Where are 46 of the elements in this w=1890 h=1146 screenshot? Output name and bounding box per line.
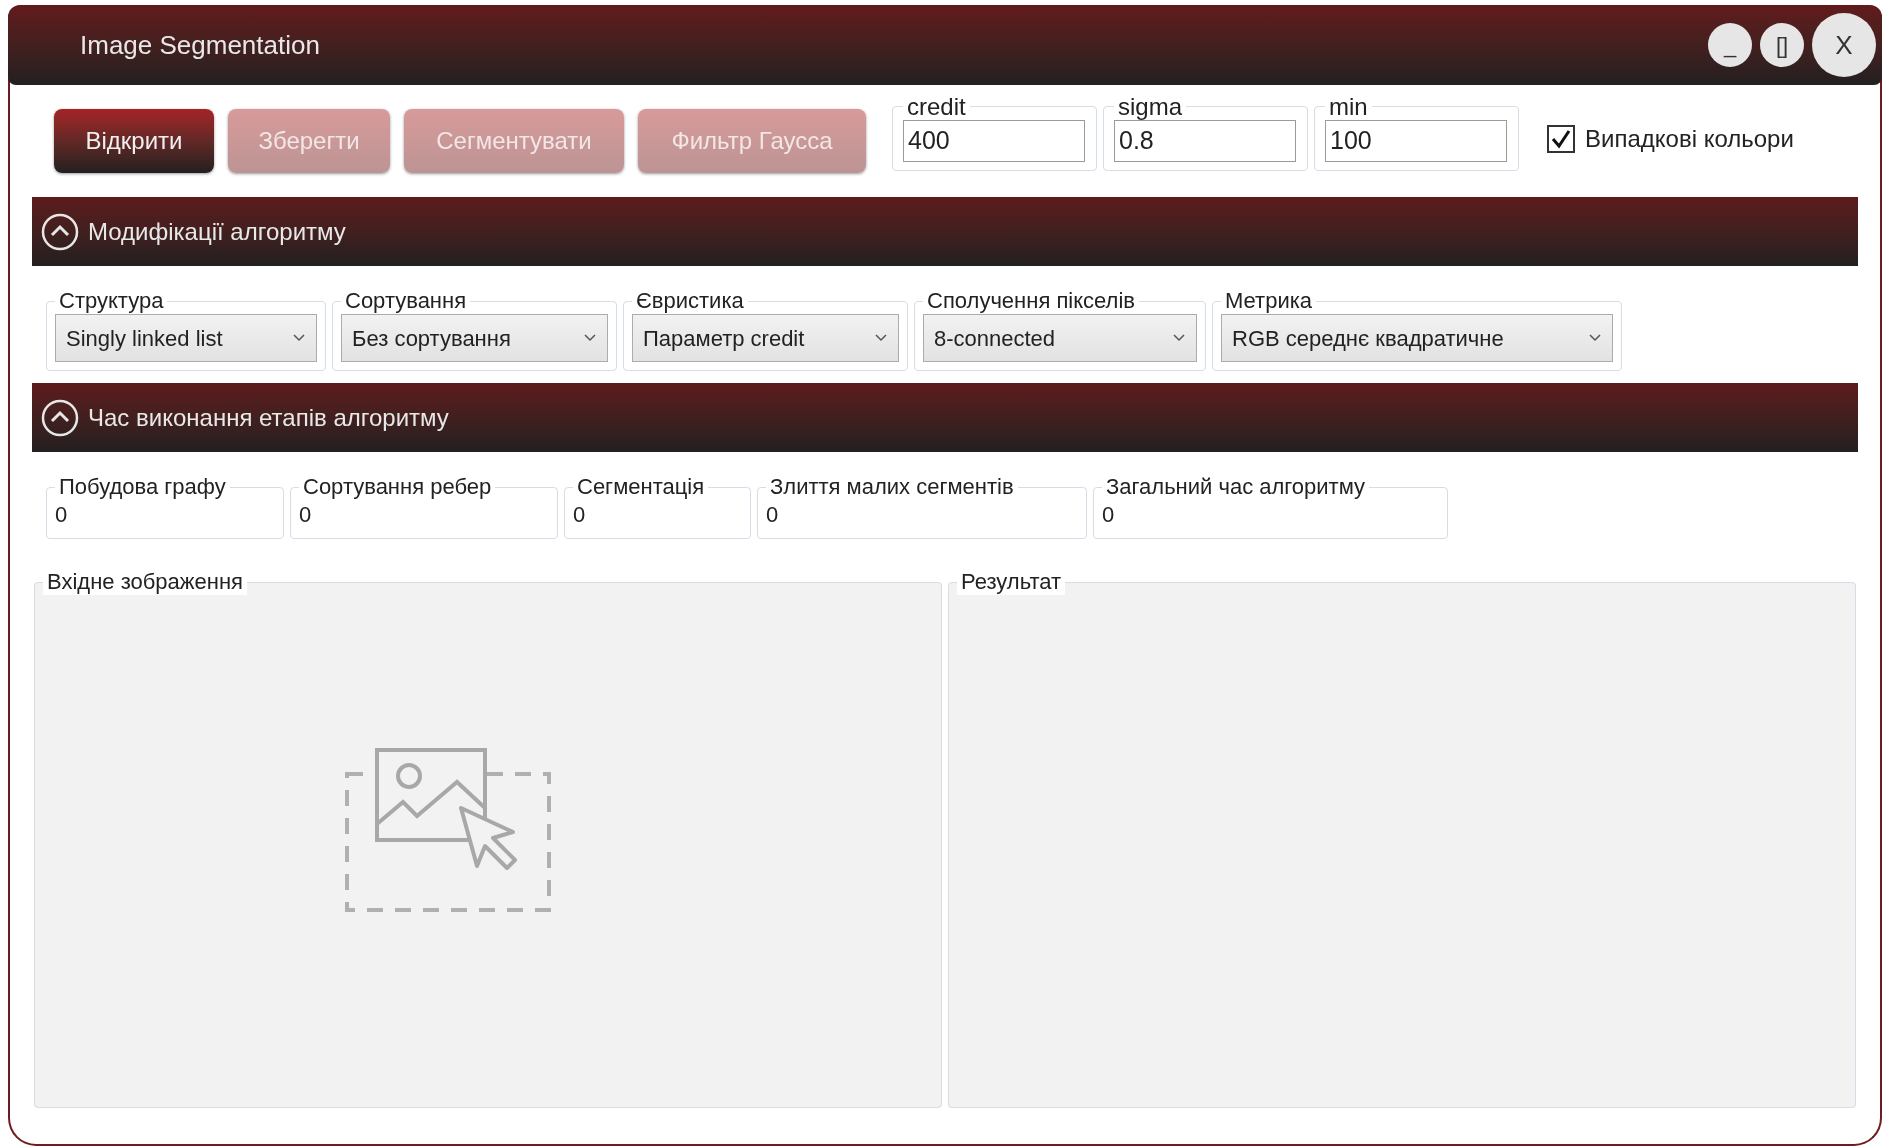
field-label: Злиття малих сегментів: [769, 474, 1015, 500]
time-value: 0: [1102, 501, 1116, 529]
toolbar-button[interactable]: Відкрити: [54, 109, 214, 173]
time-value: 0: [573, 501, 587, 529]
field-label: min: [1328, 93, 1369, 120]
dropdown[interactable]: RGB середнє квадратичне: [1221, 314, 1613, 362]
input-field[interactable]: 0.8: [1114, 119, 1296, 162]
input-field[interactable]: 100: [1325, 119, 1507, 162]
maximize-button[interactable]: []: [1760, 23, 1804, 67]
field-label: Сполучення пікселів: [926, 288, 1136, 314]
chevron-down-icon: [874, 333, 888, 343]
chevron-down-icon: [583, 333, 597, 343]
field-label: Сортування ребер: [302, 474, 493, 500]
section-header[interactable]: Модифікації алгоритму: [32, 197, 1858, 266]
collapse-icon[interactable]: [40, 397, 80, 438]
minimize-button[interactable]: _: [1708, 23, 1752, 67]
field-label: Метрика: [1224, 288, 1314, 314]
close-button[interactable]: X: [1812, 13, 1876, 77]
dropdown[interactable]: Параметр credit: [632, 314, 899, 362]
collapse-icon[interactable]: [40, 211, 80, 252]
chevron-down-icon: [292, 333, 306, 343]
panel-title: Вхідне зображення: [43, 569, 247, 595]
check-icon: [1550, 128, 1572, 150]
section-title: Час виконання етапів алгоритму: [88, 402, 449, 433]
field-label: Структура: [58, 288, 165, 314]
field-label: Побудова графу: [58, 474, 227, 500]
dropdown[interactable]: 8-connected: [923, 314, 1197, 362]
checkbox[interactable]: [1547, 125, 1575, 153]
field-label: sigma: [1117, 93, 1184, 120]
field-label: Загальний час алгоритму: [1105, 474, 1367, 500]
section-header[interactable]: Час виконання етапів алгоритму: [32, 383, 1858, 452]
time-value: 0: [766, 501, 780, 529]
window-title: Image Segmentation: [80, 28, 320, 62]
dropdown[interactable]: Без сортування: [341, 314, 608, 362]
chevron-down-icon: [1588, 333, 1602, 343]
input-field[interactable]: 400: [903, 119, 1085, 162]
field-label: Сортування: [344, 288, 468, 314]
dropdown[interactable]: Singly linked list: [55, 314, 317, 362]
time-value: 0: [299, 501, 313, 529]
field-label: credit: [906, 93, 967, 120]
chevron-down-icon: [1172, 333, 1186, 343]
time-value: 0: [55, 501, 69, 529]
field-label: Сегментація: [576, 474, 706, 500]
section-title: Модифікації алгоритму: [88, 216, 346, 247]
field-label: Євристика: [635, 288, 745, 314]
checkbox-label: Випадкові кольори: [1585, 124, 1794, 154]
